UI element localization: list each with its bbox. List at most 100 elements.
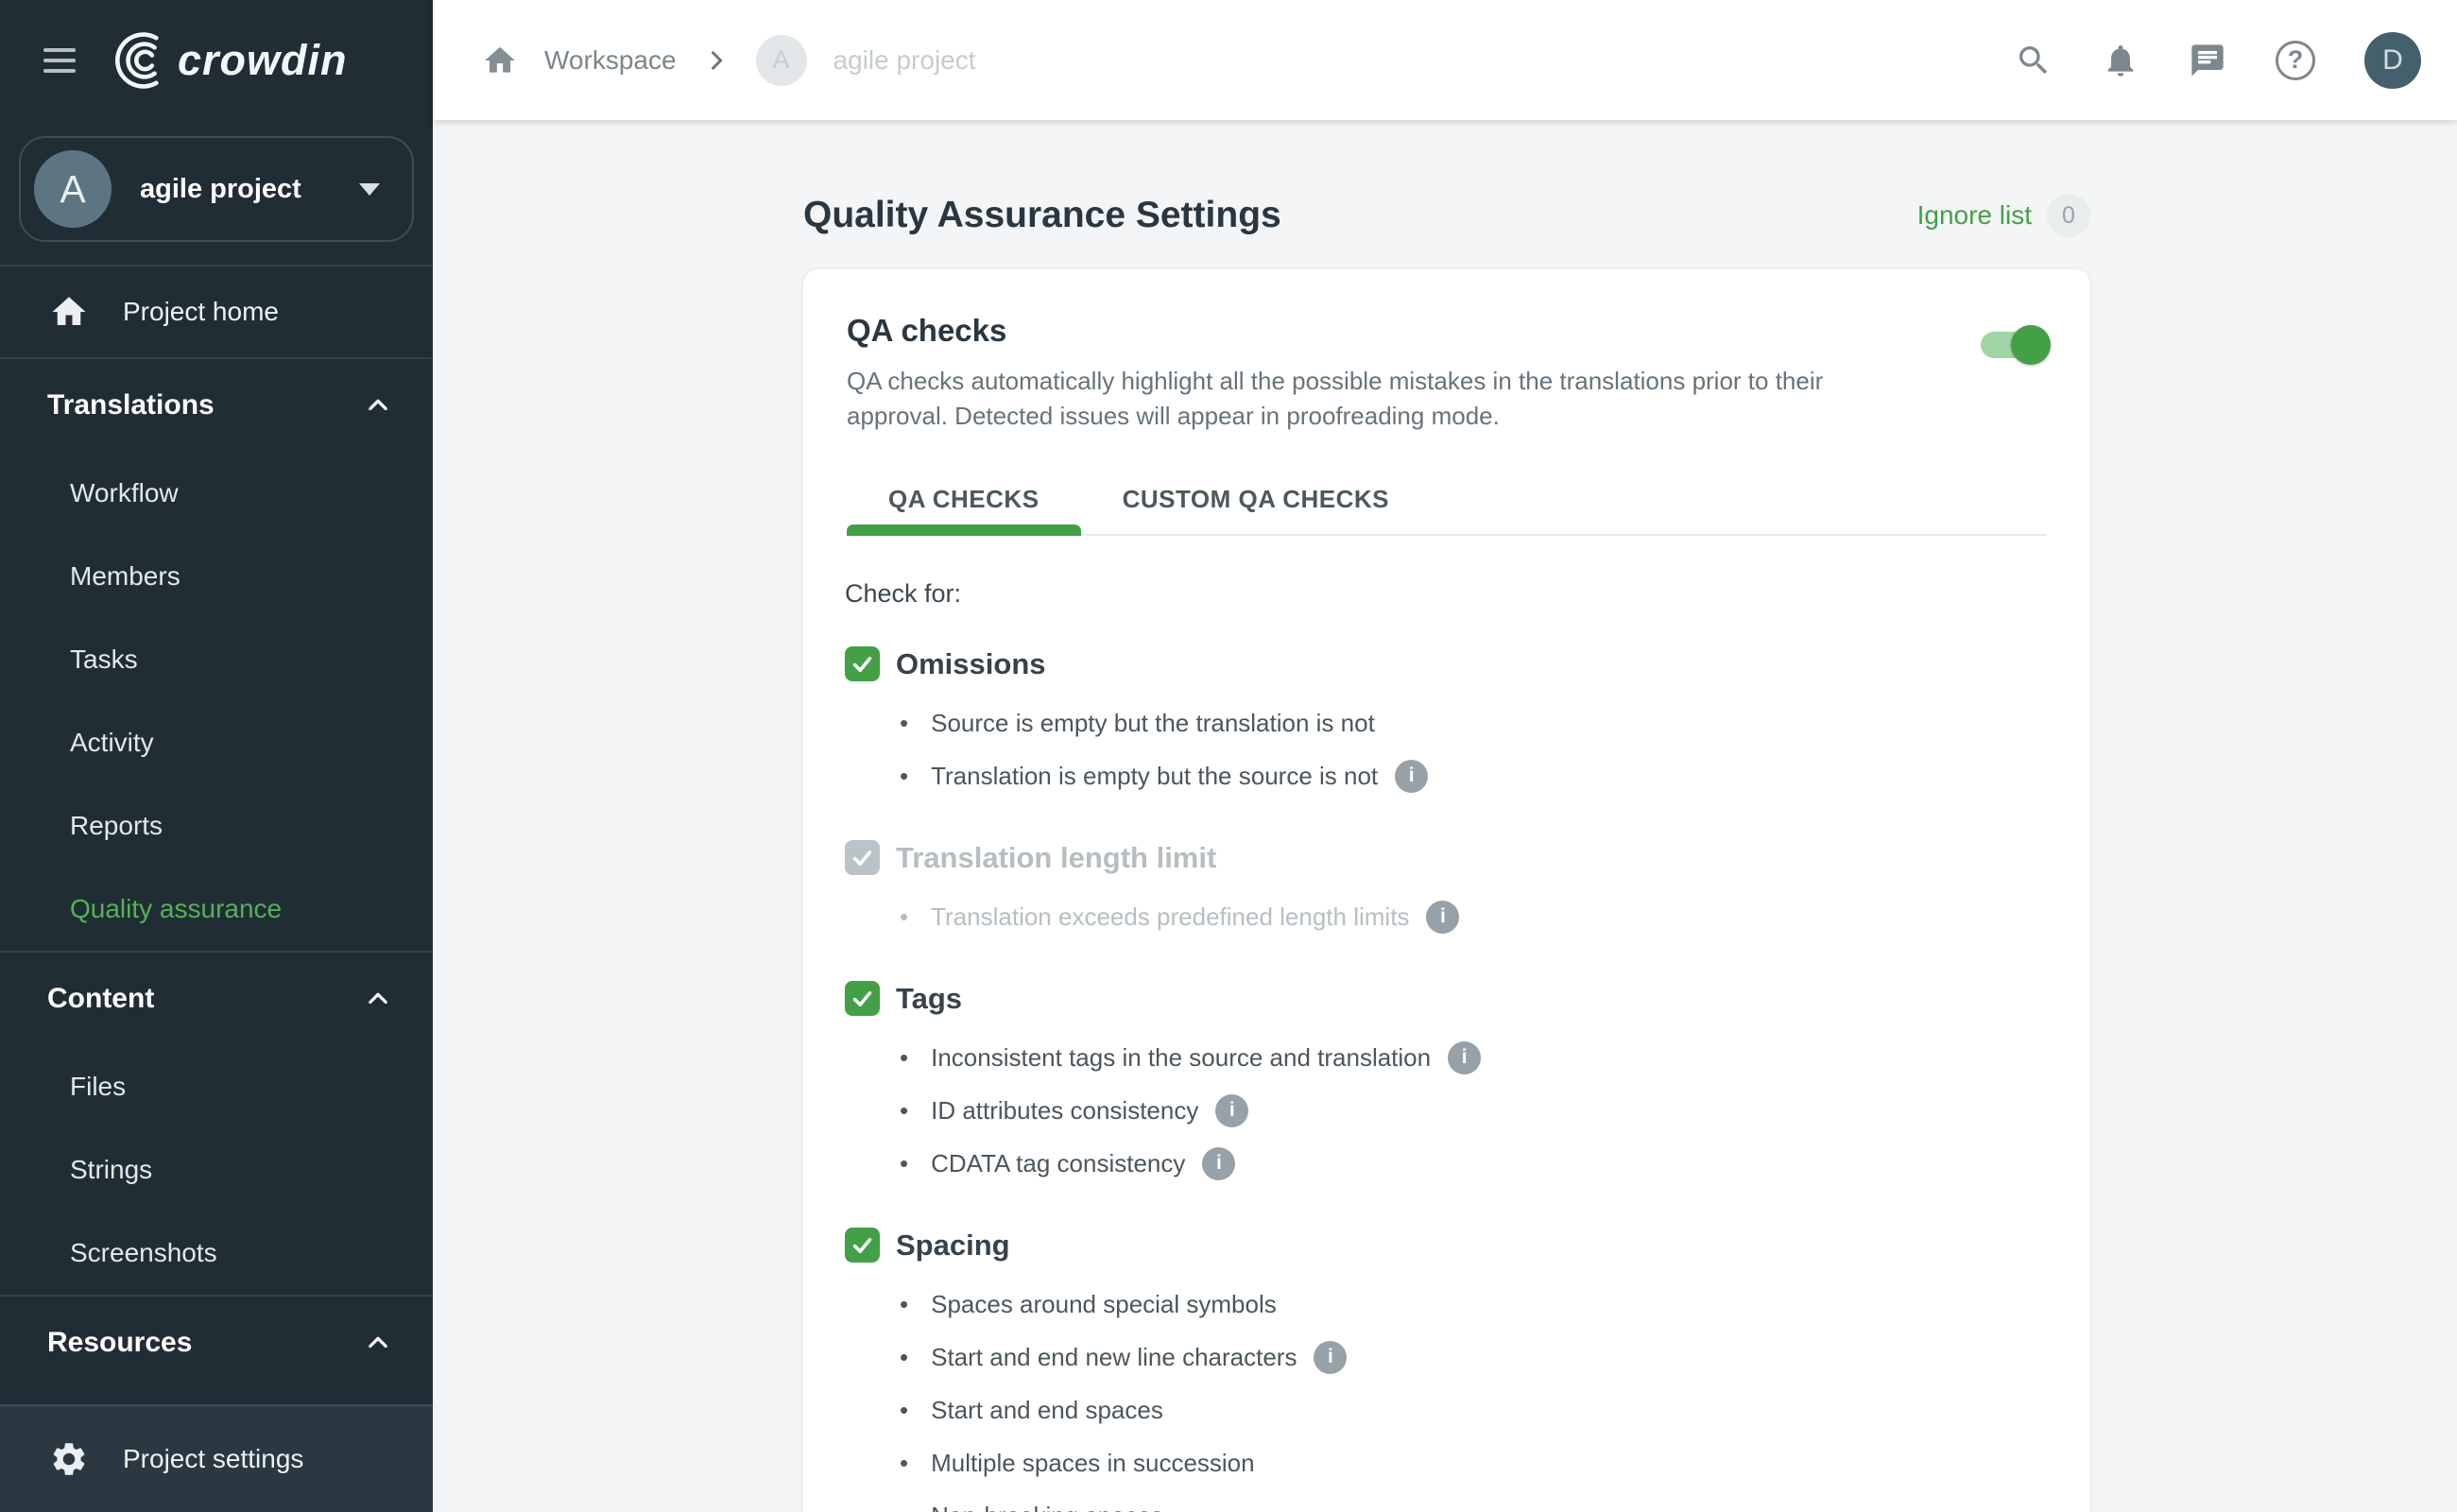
checkmark-icon	[850, 986, 875, 1011]
qa-check-item-label: Start and end spaces	[931, 1396, 1163, 1425]
checkmark-icon	[850, 845, 875, 870]
qa-group-title: Tags	[896, 982, 962, 1016]
checkbox-omissions[interactable]	[845, 646, 880, 681]
checkmark-icon	[850, 1232, 875, 1258]
qa-check-item-label: Inconsistent tags in the source and tran…	[931, 1043, 1431, 1073]
page-title: Quality Assurance Settings	[803, 195, 1281, 236]
qa-card-description: QA checks automatically highlight all th…	[847, 364, 1929, 434]
qa-group-tags: Tags Inconsistent tags in the source and …	[845, 981, 2049, 1190]
check-for-label: Check for:	[845, 579, 2049, 609]
hamburger-menu-icon[interactable]	[43, 42, 76, 79]
qa-checks-toggle[interactable]	[1981, 332, 2047, 358]
checkbox-tags[interactable]	[845, 981, 880, 1016]
sidebar-item-activity[interactable]: Activity	[0, 701, 433, 784]
breadcrumb-project[interactable]: agile project	[833, 45, 976, 76]
sidebar-item-tasks[interactable]: Tasks	[0, 618, 433, 701]
info-icon[interactable]: i	[1426, 901, 1459, 934]
ignore-list-count-badge: 0	[2047, 194, 2090, 237]
qa-check-item: Start and end spaces	[900, 1383, 2049, 1436]
info-icon[interactable]: i	[1215, 1094, 1248, 1127]
tab-qa-checks[interactable]: QA CHECKS	[847, 464, 1081, 534]
qa-card-title: QA checks	[847, 313, 2047, 349]
home-icon[interactable]	[482, 43, 518, 78]
info-icon[interactable]: i	[1395, 760, 1428, 793]
project-avatar: A	[34, 150, 112, 228]
info-icon[interactable]: i	[1314, 1341, 1347, 1374]
project-selector[interactable]: A agile project	[19, 136, 414, 242]
search-icon[interactable]	[2015, 42, 2053, 79]
crowdin-logo-mark	[110, 32, 170, 89]
tab-custom-qa-checks[interactable]: CUSTOM QA CHECKS	[1081, 464, 1431, 534]
topbar-actions: ? D	[2015, 32, 2421, 89]
sidebar-section-translations[interactable]: Translations	[0, 359, 433, 452]
section-label: Content	[47, 983, 154, 1015]
qa-check-item-label: Start and end new line characters	[931, 1343, 1297, 1372]
qa-check-item-label: Multiple spaces in succession	[931, 1449, 1255, 1478]
user-avatar[interactable]: D	[2364, 32, 2421, 89]
qa-check-item-label: Non-breaking spaces	[931, 1502, 1163, 1512]
qa-check-item: CDATA tag consistency i	[900, 1137, 2049, 1190]
qa-group-items: Spaces around special symbols Start and e…	[845, 1278, 2049, 1512]
crowdin-logo[interactable]: crowdin	[110, 32, 348, 89]
qa-check-item-label: ID attributes consistency	[931, 1096, 1198, 1125]
sidebar-section-resources[interactable]: Resources	[0, 1297, 433, 1389]
sidebar-item-strings[interactable]: Strings	[0, 1128, 433, 1211]
gear-icon	[49, 1439, 89, 1479]
page-head: Quality Assurance Settings Ignore list 0	[803, 194, 2090, 237]
qa-check-item-label: CDATA tag consistency	[931, 1149, 1185, 1178]
main-area: Workspace A agile project ? D Quality As…	[433, 0, 2457, 1512]
sidebar-item-screenshots[interactable]: Screenshots	[0, 1211, 433, 1295]
breadcrumb-project-avatar: A	[756, 35, 807, 86]
section-label: Resources	[47, 1327, 192, 1359]
qa-settings-card: QA checks QA checks automatically highli…	[803, 269, 2090, 1512]
sidebar-item-project-home[interactable]: Project home	[0, 266, 433, 357]
qa-group-title: Translation length limit	[896, 841, 1216, 875]
qa-group-translation-length-limit: Translation length limit Translation exce…	[845, 840, 2049, 943]
checkbox-translation-length-limit[interactable]	[845, 840, 880, 875]
home-icon	[49, 292, 89, 332]
sidebar-item-workflow[interactable]: Workflow	[0, 452, 433, 535]
chevron-down-icon	[359, 183, 380, 196]
qa-card-header: QA checks QA checks automatically highli…	[803, 269, 2090, 536]
sidebar-item-label: Project home	[123, 297, 279, 327]
ignore-list-link[interactable]: Ignore list 0	[1917, 194, 2090, 237]
checkbox-spacing[interactable]	[845, 1228, 880, 1263]
qa-check-item: Translation exceeds predefined length li…	[900, 890, 2049, 943]
chat-icon[interactable]	[2189, 42, 2226, 79]
sidebar-nav-sections: TranslationsWorkflowMembersTasksActivity…	[0, 357, 433, 1512]
content: Quality Assurance Settings Ignore list 0…	[433, 120, 2457, 1512]
sidebar-item-members[interactable]: Members	[0, 535, 433, 618]
bell-icon[interactable]	[2102, 42, 2139, 79]
chevron-up-icon	[365, 1330, 391, 1356]
qa-group-header: Spacing	[845, 1228, 2049, 1263]
qa-group-items: Translation exceeds predefined length li…	[845, 890, 2049, 943]
chevron-up-icon	[365, 986, 391, 1012]
qa-groups: OmissionsSource is empty but the transla…	[845, 646, 2049, 1512]
qa-group-items: Inconsistent tags in the source and tran…	[845, 1031, 2049, 1190]
sidebar: crowdin A agile project Project home Tra…	[0, 0, 433, 1512]
sidebar-item-quality-assurance[interactable]: Quality assurance	[0, 868, 433, 951]
breadcrumb: Workspace A agile project	[482, 35, 976, 86]
ignore-list-label[interactable]: Ignore list	[1917, 200, 2032, 231]
qa-check-item: Spaces around special symbols	[900, 1278, 2049, 1331]
help-icon[interactable]: ?	[2276, 41, 2315, 80]
qa-check-item-label: Spaces around special symbols	[931, 1290, 1277, 1319]
sidebar-item-project-settings[interactable]: Project settings	[0, 1404, 433, 1512]
info-icon[interactable]: i	[1202, 1147, 1235, 1180]
info-icon[interactable]: i	[1448, 1041, 1481, 1074]
toggle-knob	[2011, 325, 2051, 365]
sidebar-logo-row: crowdin	[0, 0, 433, 120]
qa-check-item-label: Source is empty but the translation is n…	[931, 709, 1375, 738]
chevron-up-icon	[365, 392, 391, 419]
qa-check-item-label: Translation exceeds predefined length li…	[931, 902, 1409, 932]
qa-group-title: Spacing	[896, 1228, 1010, 1263]
qa-check-item: Multiple spaces in succession	[900, 1436, 2049, 1489]
checkmark-icon	[850, 651, 875, 677]
qa-check-item: Non-breaking spaces	[900, 1489, 2049, 1512]
qa-check-item: Inconsistent tags in the source and tran…	[900, 1031, 2049, 1084]
sidebar-item-reports[interactable]: Reports	[0, 784, 433, 868]
sidebar-item-files[interactable]: Files	[0, 1045, 433, 1128]
sidebar-section-content[interactable]: Content	[0, 953, 433, 1045]
qa-check-item: Translation is empty but the source is n…	[900, 749, 2049, 802]
breadcrumb-workspace[interactable]: Workspace	[544, 45, 677, 76]
